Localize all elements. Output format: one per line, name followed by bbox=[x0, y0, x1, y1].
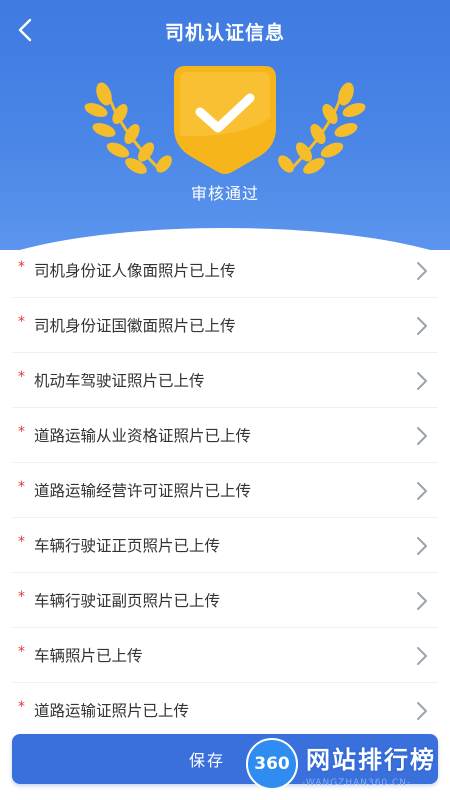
list-item-label: 机动车驾驶证照片已上传 bbox=[34, 372, 205, 390]
chevron-left-icon bbox=[18, 18, 32, 42]
chevron-right-icon bbox=[417, 482, 427, 500]
chevron-right-icon bbox=[417, 317, 427, 335]
list-item[interactable]: * 道路运输证照片已上传 bbox=[12, 683, 438, 737]
list-item-label: 道路运输经营许可证照片已上传 bbox=[34, 482, 252, 500]
watermark-text: 网站排行榜 bbox=[306, 746, 436, 774]
list-item[interactable]: * 司机身份证国徽面照片已上传 bbox=[12, 298, 438, 353]
required-mark: * bbox=[18, 534, 25, 550]
watermark-subtext: -WANGZHAN360.CN- bbox=[302, 778, 412, 788]
chevron-right-icon bbox=[417, 592, 427, 610]
chevron-right-icon bbox=[417, 372, 427, 390]
watermark: 360 网站排行榜 -WANGZHAN360.CN- bbox=[246, 736, 446, 796]
list-item-label: 道路运输证照片已上传 bbox=[34, 702, 190, 720]
status-text: 审核通过 bbox=[190, 184, 259, 203]
list-item-label: 道路运输从业资格证照片已上传 bbox=[34, 427, 252, 445]
chevron-right-icon bbox=[417, 262, 427, 280]
list-item[interactable]: * 司机身份证人像面照片已上传 bbox=[12, 243, 438, 298]
checkmark-shield-icon bbox=[174, 66, 276, 174]
list-item[interactable]: * 机动车驾驶证照片已上传 bbox=[12, 353, 438, 408]
list-item[interactable]: * 道路运输从业资格证照片已上传 bbox=[12, 408, 438, 463]
required-mark: * bbox=[18, 644, 25, 660]
watermark-badge: 360 bbox=[246, 738, 298, 790]
required-mark: * bbox=[18, 589, 25, 605]
chevron-right-icon bbox=[417, 537, 427, 555]
required-mark: * bbox=[18, 314, 25, 330]
list-item-label: 车辆行驶证副页照片已上传 bbox=[34, 592, 221, 610]
list-item[interactable]: * 道路运输经营许可证照片已上传 bbox=[12, 463, 438, 518]
list-item-label: 司机身份证国徽面照片已上传 bbox=[34, 317, 236, 335]
list-item-label: 司机身份证人像面照片已上传 bbox=[34, 262, 236, 280]
list-item[interactable]: * 车辆行驶证正页照片已上传 bbox=[12, 518, 438, 573]
chevron-right-icon bbox=[417, 647, 427, 665]
page-title: 司机认证信息 bbox=[164, 21, 285, 44]
list-item-label: 车辆行驶证正页照片已上传 bbox=[34, 537, 221, 555]
required-mark: * bbox=[18, 479, 25, 495]
required-mark: * bbox=[18, 424, 25, 440]
chevron-right-icon bbox=[417, 702, 427, 720]
required-mark: * bbox=[18, 369, 25, 385]
list-item[interactable]: * 车辆行驶证副页照片已上传 bbox=[12, 573, 438, 628]
list-item[interactable]: * 车辆照片已上传 bbox=[12, 628, 438, 683]
document-list: * 司机身份证人像面照片已上传 * 司机身份证国徽面照片已上传 * 机动车驾驶证照片已上传… bbox=[0, 243, 450, 737]
navigation-bar: 司机认证信息 bbox=[0, 0, 450, 62]
back-button[interactable] bbox=[10, 15, 40, 45]
list-item-label: 车辆照片已上传 bbox=[34, 647, 143, 665]
required-mark: * bbox=[18, 259, 25, 275]
save-label: 保存 bbox=[188, 751, 225, 770]
laurel-left-icon bbox=[84, 82, 172, 174]
laurel-right-icon bbox=[278, 82, 366, 174]
required-mark: * bbox=[18, 699, 25, 715]
chevron-right-icon bbox=[417, 427, 427, 445]
